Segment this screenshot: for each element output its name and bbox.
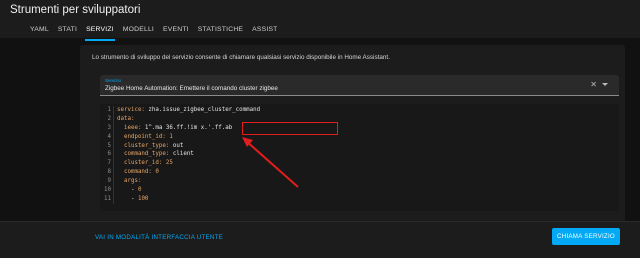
ui-mode-link[interactable]: VAI IN MODALITÀ INTERFACCIA UTENTE: [95, 234, 223, 241]
code-line: - 100: [117, 195, 149, 202]
service-card: Lo strumento di sviluppo del servizio co…: [80, 45, 625, 245]
tab-assist[interactable]: ASSIST: [252, 24, 277, 38]
tab-stati[interactable]: STATI: [58, 24, 77, 38]
code-line: data:: [117, 115, 135, 122]
code-area[interactable]: service: zha.issue_zigbee_cluster_comman…: [117, 106, 260, 204]
code-line: service: zha.issue_zigbee_cluster_comman…: [117, 107, 261, 113]
code-line: command_type: client: [117, 151, 194, 158]
line-number: 5: [107, 142, 112, 149]
code-line: cluster_id: 25: [117, 160, 173, 167]
line-number: 9: [107, 178, 112, 185]
yaml-editor[interactable]: 1 2 3 4 5 6 7 8 9 10 11 service: zha.iss…: [100, 104, 619, 211]
line-number: 1: [107, 107, 112, 113]
line-number: 7: [107, 160, 112, 167]
line-number: 6: [107, 151, 112, 158]
line-number: 3: [107, 124, 112, 131]
code-line: command: 0: [117, 169, 159, 176]
tab-statistiche[interactable]: STATISTICHE: [198, 24, 243, 38]
line-number-gutter: 1 2 3 4 5 6 7 8 9 10 11: [100, 106, 114, 204]
code-line: cluster_type: out: [117, 142, 184, 149]
line-number: 11: [104, 195, 111, 202]
tab-servizi[interactable]: SERVIZI: [85, 24, 115, 41]
call-service-button[interactable]: CHIAMA SERVIZIO: [552, 228, 620, 245]
service-select-label: Servizio: [105, 78, 122, 83]
top-bar: Strumenti per sviluppatori YAML STATI SE…: [0, 0, 640, 41]
code-line: endpoint_id: 1: [117, 133, 173, 140]
line-number: 4: [107, 133, 112, 140]
dropdown-arrow-icon[interactable]: [602, 83, 608, 86]
service-select[interactable]: Servizio Zigbee Home Automation: Emetter…: [100, 75, 619, 96]
footer-bar: VAI IN MODALITÀ INTERFACCIA UTENTE CHIAM…: [0, 221, 640, 258]
line-number: 8: [107, 169, 112, 176]
tab-bar: YAML STATI SERVIZI MODELLI EVENTI STATIS…: [30, 24, 287, 41]
tab-yaml[interactable]: YAML: [30, 24, 49, 38]
code-line-ieee: ieee: 1^.ma 36.ff.!im x.'.ff.ab: [117, 124, 233, 131]
code-line: - 0: [117, 187, 142, 194]
clear-icon[interactable]: ✕: [590, 80, 597, 89]
highlight-box: [242, 122, 338, 135]
line-number: 10: [104, 187, 111, 194]
tab-modelli[interactable]: MODELLI: [123, 24, 154, 38]
page-title: Strumenti per sviluppatori: [10, 4, 141, 16]
line-number: 2: [107, 115, 112, 122]
service-select-value: Zigbee Home Automation: Emettere il coma…: [105, 85, 278, 92]
tab-eventi[interactable]: EVENTI: [163, 24, 189, 38]
code-line: args:: [117, 178, 142, 185]
service-description: Lo strumento di sviluppo del servizio co…: [92, 54, 390, 61]
